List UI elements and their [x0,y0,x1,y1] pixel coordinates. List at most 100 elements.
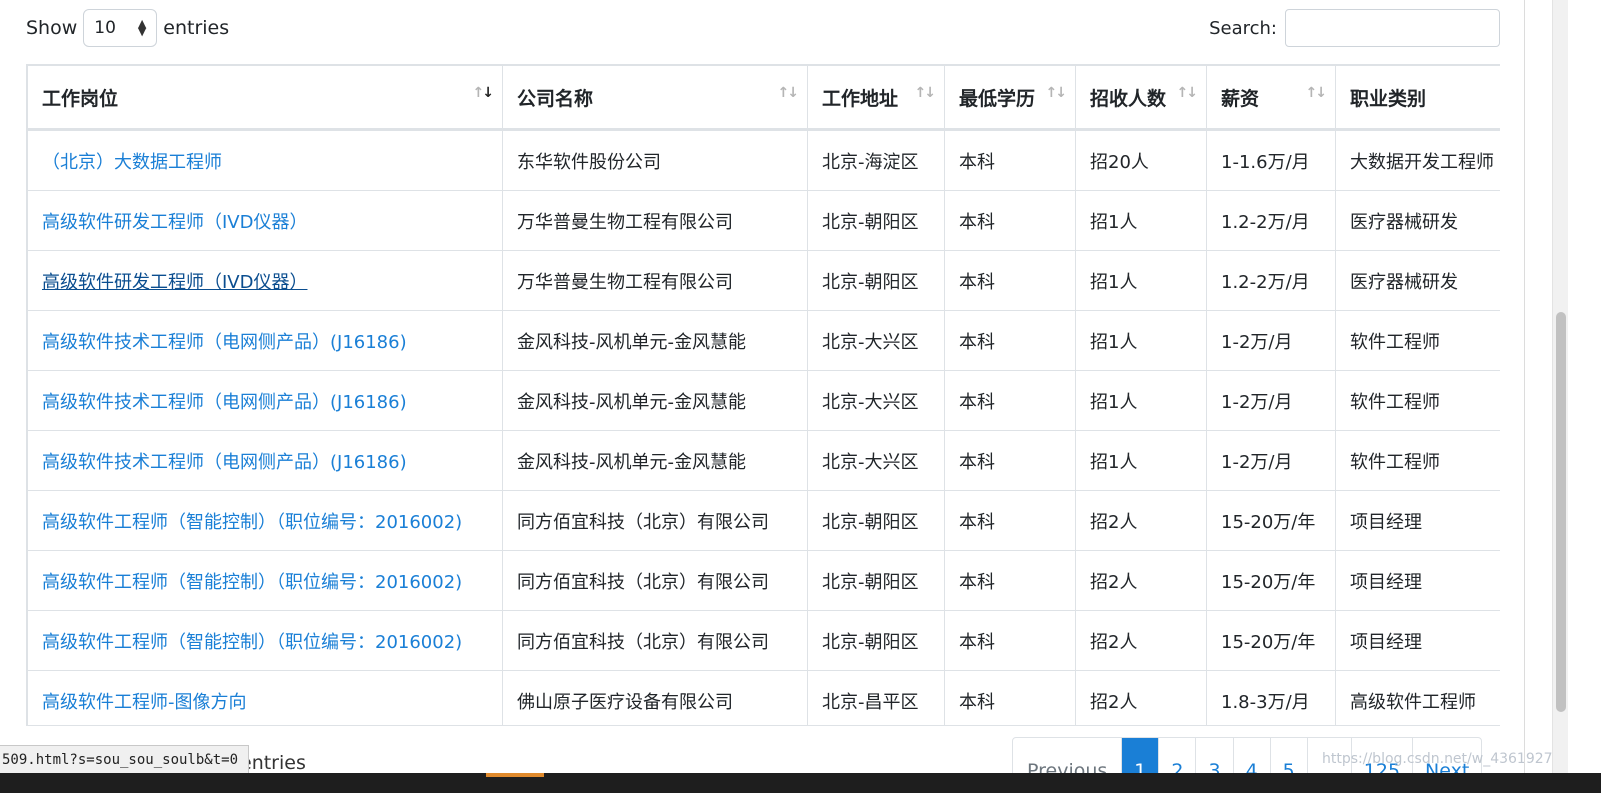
job-cell: 高级软件工程师（智能控制）（职位编号：2016002) [27,550,503,611]
category-cell: 软件工程师 [1335,430,1500,491]
watermark: https://blog.csdn.net/w_43619271 [1322,751,1562,767]
taskbar-app-indicator[interactable] [486,773,544,777]
table-row: 高级软件工程师（智能控制）（职位编号：2016002) 同方佰宜科技（北京）有限… [27,550,1500,611]
location-cell: 北京-昌平区 [807,670,945,725]
company-cell: 万华普曼生物工程有限公司 [502,190,808,251]
category-cell: 软件工程师 [1335,310,1500,371]
category-cell: 高级软件工程师 [1335,670,1500,725]
length-control: Show 10 ▲ ▼ entries [26,9,229,47]
column-header-headcount[interactable]: 招收人数 ↑↓ [1075,65,1207,131]
show-label: Show [26,17,78,39]
job-cell: 高级软件技术工程师（电网侧产品）(J16186) [27,430,503,491]
salary-cell: 1-1.6万/月 [1206,129,1336,191]
salary-cell: 1.2-2万/月 [1206,250,1336,311]
job-link[interactable]: 高级软件技术工程师（电网侧产品）(J16186) [42,452,407,473]
location-cell: 北京-朝阳区 [807,490,945,551]
category-cell: 医疗器械研发 [1335,250,1500,311]
vertical-scrollbar[interactable] [1552,0,1568,793]
education-cell: 本科 [944,490,1076,551]
column-header-job[interactable]: 工作岗位 ↑↓ [27,65,503,131]
education-cell: 本科 [944,129,1076,191]
salary-cell: 15-20万/年 [1206,550,1336,611]
company-cell: 同方佰宜科技（北京）有限公司 [502,550,808,611]
table-row: 高级软件技术工程师（电网侧产品）(J16186) 金风科技-风机单元-金风慧能 … [27,310,1500,371]
table-row: 高级软件工程师-图像方向 佛山原子医疗设备有限公司 北京-昌平区 本科 招2人 … [27,670,1500,725]
location-cell: 北京-大兴区 [807,310,945,371]
job-link[interactable]: 高级软件工程师（智能控制）（职位编号：2016002) [42,572,462,593]
jobs-table: 工作岗位 ↑↓ 公司名称 ↑↓ 工作地址 ↑↓ 最低学历 ↑↓ 招收人数 ↑↓ 薪资 ↑↓ … [27,65,1500,725]
scrollbar-thumb[interactable] [1556,312,1566,712]
entries-label: entries [163,17,230,39]
company-cell: 金风科技-风机单元-金风慧能 [502,430,808,491]
table-row: （北京）大数据工程师 东华软件股份公司 北京-海淀区 本科 招20人 1-1.6… [27,129,1500,191]
column-header-label: 招收人数 [1090,87,1167,110]
location-cell: 北京-大兴区 [807,430,945,491]
column-header-label: 公司名称 [517,87,594,110]
company-cell: 金风科技-风机单元-金风慧能 [502,370,808,431]
column-header-education[interactable]: 最低学历 ↑↓ [944,65,1076,131]
category-cell: 项目经理 [1335,550,1500,611]
column-header-company[interactable]: 公司名称 ↑↓ [502,65,808,131]
search-input[interactable] [1285,9,1500,47]
column-header-label: 工作岗位 [42,87,119,110]
headcount-cell: 招1人 [1075,430,1207,491]
salary-cell: 1-2万/月 [1206,430,1336,491]
job-link[interactable]: 高级软件工程师-图像方向 [42,692,247,713]
jobs-table-container: 工作岗位 ↑↓ 公司名称 ↑↓ 工作地址 ↑↓ 最低学历 ↑↓ 招收人数 ↑↓ 薪资 ↑↓ … [26,64,1500,726]
company-cell: 金风科技-风机单元-金风慧能 [502,310,808,371]
table-row: 高级软件工程师（智能控制）（职位编号：2016002) 同方佰宜科技（北京）有限… [27,610,1500,671]
headcount-cell: 招1人 [1075,310,1207,371]
headcount-cell: 招20人 [1075,129,1207,191]
job-cell: 高级软件技术工程师（电网侧产品）(J16186) [27,310,503,371]
column-header-label: 薪资 [1221,87,1260,110]
sort-icon: ↑↓ [777,85,800,101]
table-row: 高级软件技术工程师（电网侧产品）(J16186) 金风科技-风机单元-金风慧能 … [27,430,1500,491]
location-cell: 北京-朝阳区 [807,190,945,251]
category-cell: 项目经理 [1335,490,1500,551]
search-label: Search: [1209,17,1277,39]
job-link[interactable]: 高级软件技术工程师（电网侧产品）(J16186) [42,392,407,413]
column-header-category[interactable]: 职业类别 ↑↓ [1335,65,1500,131]
table-header-row: 工作岗位 ↑↓ 公司名称 ↑↓ 工作地址 ↑↓ 最低学历 ↑↓ 招收人数 ↑↓ 薪资 ↑↓ … [27,65,1500,131]
job-cell: 高级软件工程师（智能控制）（职位编号：2016002) [27,610,503,671]
education-cell: 本科 [944,310,1076,371]
job-link-hovered[interactable]: 高级软件研发工程师（IVD仪器） [42,272,307,293]
salary-cell: 15-20万/年 [1206,610,1336,671]
entries-per-page-select[interactable]: 10 ▲ ▼ [83,9,158,47]
page-content: Show 10 ▲ ▼ entries Search: 工作岗位 ↑↓ 公司名称 ↑↓… [0,0,1568,793]
table-row: 高级软件研发工程师（IVD仪器） 万华普曼生物工程有限公司 北京-朝阳区 本科 … [27,190,1500,251]
column-header-label: 职业类别 [1350,87,1427,110]
table-info: entries [240,752,306,774]
entries-per-page-value: 10 [94,18,116,38]
column-header-location[interactable]: 工作地址 ↑↓ [807,65,945,131]
salary-cell: 15-20万/年 [1206,490,1336,551]
category-cell: 大数据开发工程师 [1335,129,1500,191]
headcount-cell: 招2人 [1075,670,1207,725]
location-cell: 北京-大兴区 [807,370,945,431]
column-header-salary[interactable]: 薪资 ↑↓ [1206,65,1336,131]
link-status-bar: 509.html?s=sou_sou_soulb&t=0 [0,745,250,775]
company-cell: 万华普曼生物工程有限公司 [502,250,808,311]
job-link[interactable]: 高级软件工程师（智能控制）（职位编号：2016002) [42,512,462,533]
company-cell: 佛山原子医疗设备有限公司 [502,670,808,725]
search-control: Search: [1209,9,1500,47]
window-margin [1568,0,1601,793]
education-cell: 本科 [944,370,1076,431]
location-cell: 北京-海淀区 [807,129,945,191]
job-link[interactable]: 高级软件技术工程师（电网侧产品）(J16186) [42,332,407,353]
sort-icon: ↑↓ [1498,85,1500,101]
sort-icon: ↑↓ [1305,85,1328,101]
job-link[interactable]: 高级软件工程师（智能控制）（职位编号：2016002) [42,632,462,653]
sort-descending-icon: ↑↓ [472,85,494,101]
select-caret-icon: ▲ ▼ [137,17,147,38]
sort-icon: ↑↓ [914,85,937,101]
job-link[interactable]: 高级软件研发工程师（IVD仪器） [42,212,307,233]
education-cell: 本科 [944,610,1076,671]
headcount-cell: 招2人 [1075,610,1207,671]
salary-cell: 1-2万/月 [1206,370,1336,431]
education-cell: 本科 [944,670,1076,725]
salary-cell: 1-2万/月 [1206,310,1336,371]
job-link[interactable]: （北京）大数据工程师 [42,152,222,173]
location-cell: 北京-朝阳区 [807,250,945,311]
sort-icon: ↑↓ [1176,85,1199,101]
